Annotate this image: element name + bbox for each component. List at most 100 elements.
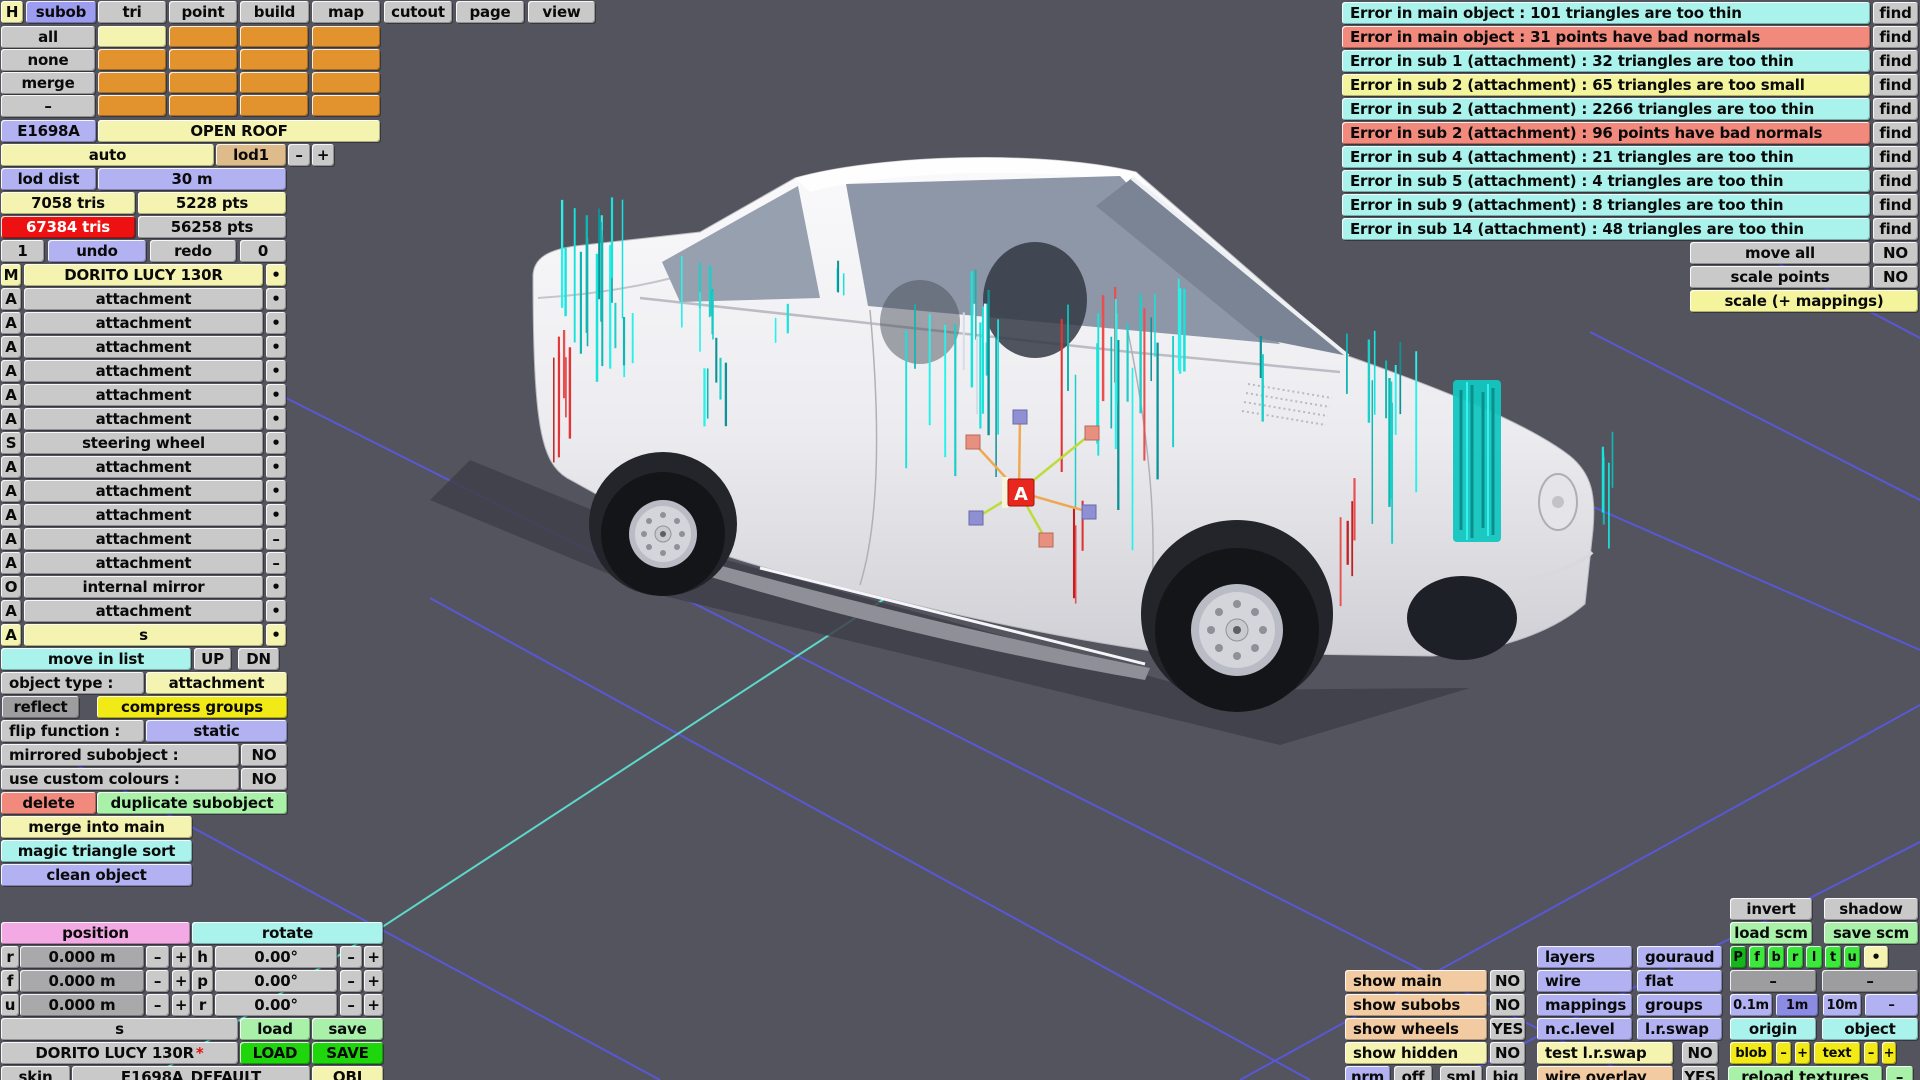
error-find-button[interactable]: find: [1873, 2, 1918, 24]
obj-export-button[interactable]: OBJ: [312, 1066, 383, 1080]
nrm-sml-button[interactable]: sml: [1440, 1066, 1482, 1080]
subobject-type-cell[interactable]: S: [1, 432, 21, 454]
matrix-cell[interactable]: [169, 26, 237, 47]
subobject-type-cell[interactable]: A: [1, 360, 21, 382]
text-minus-button[interactable]: –: [1864, 1042, 1878, 1064]
text-button[interactable]: text: [1814, 1042, 1860, 1064]
position-value[interactable]: 0.000 m: [20, 970, 144, 992]
subobject-name-cell[interactable]: DORITO LUCY 130R: [24, 264, 263, 286]
subobject-flag-cell[interactable]: •: [266, 408, 286, 430]
channel-P-button[interactable]: P: [1730, 946, 1746, 968]
subobject-name-cell[interactable]: attachment: [24, 456, 263, 478]
error-find-button[interactable]: find: [1873, 146, 1918, 168]
object-name-field[interactable]: DORITO LUCY 130R*: [1, 1042, 238, 1064]
save-preset-button[interactable]: save: [312, 1018, 383, 1040]
subobject-name-cell[interactable]: attachment: [24, 408, 263, 430]
subobject-flag-cell[interactable]: •: [266, 600, 286, 622]
move-up-button[interactable]: UP: [194, 648, 231, 670]
subobject-name-cell[interactable]: attachment: [24, 384, 263, 406]
show-wheels-toggle[interactable]: YES: [1490, 1018, 1525, 1040]
shadow-button[interactable]: shadow: [1824, 898, 1918, 920]
object-button[interactable]: object: [1822, 1018, 1918, 1040]
blob-plus-button[interactable]: +: [1795, 1042, 1810, 1064]
subobject-name-cell[interactable]: attachment: [24, 528, 263, 550]
nc-level-button[interactable]: n.c.level: [1537, 1018, 1632, 1040]
channel-u-button[interactable]: u: [1844, 946, 1860, 968]
subobject-name-cell[interactable]: attachment: [24, 600, 263, 622]
subobject-flag-cell[interactable]: •: [266, 336, 286, 358]
test-lr-swap-toggle[interactable]: NO: [1682, 1042, 1718, 1064]
matrix-cell[interactable]: [312, 26, 380, 47]
position-increment-button[interactable]: +: [172, 970, 190, 992]
subobject-type-cell[interactable]: A: [1, 336, 21, 358]
invert-button[interactable]: invert: [1730, 898, 1812, 920]
undo-button[interactable]: undo: [48, 240, 146, 262]
redo-button[interactable]: redo: [150, 240, 236, 262]
duplicate-subobject-button[interactable]: duplicate subobject: [97, 792, 287, 814]
error-item[interactable]: Error in sub 5 (attachment) : 4 triangle…: [1342, 170, 1870, 192]
select-merge-button[interactable]: merge: [1, 72, 95, 94]
error-item[interactable]: Error in main object : 31 points have ba…: [1342, 26, 1870, 48]
position-value[interactable]: 0.000 m: [20, 994, 144, 1016]
delete-button[interactable]: delete: [1, 792, 96, 814]
subobject-flag-cell[interactable]: •: [266, 264, 286, 286]
tab-page[interactable]: page: [456, 1, 524, 23]
skin-value[interactable]: E1698A_DEFAULT: [72, 1066, 310, 1080]
error-item[interactable]: Error in sub 2 (attachment) : 2266 trian…: [1342, 98, 1870, 120]
matrix-cell[interactable]: [98, 72, 166, 93]
move-down-button[interactable]: DN: [238, 648, 279, 670]
subobject-flag-cell[interactable]: •: [266, 456, 286, 478]
rotate-value[interactable]: 0.00°: [215, 970, 337, 992]
compress-groups-button[interactable]: compress groups: [97, 696, 287, 718]
lr-swap-button[interactable]: l.r.swap: [1637, 1018, 1722, 1040]
channel-dot-button[interactable]: •: [1864, 946, 1888, 968]
subobject-flag-cell[interactable]: •: [266, 288, 286, 310]
subobject-type-cell[interactable]: O: [1, 576, 21, 598]
show-hidden-toggle[interactable]: NO: [1490, 1042, 1525, 1064]
matrix-cell[interactable]: [169, 95, 237, 116]
error-find-button[interactable]: find: [1873, 74, 1918, 96]
subobject-name-cell[interactable]: internal mirror: [24, 576, 263, 598]
grid-size-10m-button[interactable]: 10m: [1823, 994, 1861, 1016]
object-type-value[interactable]: attachment: [146, 672, 287, 694]
position-increment-button[interactable]: +: [172, 994, 190, 1016]
grid-size-minus-button[interactable]: –: [1865, 994, 1918, 1016]
subobject-name-cell[interactable]: attachment: [24, 336, 263, 358]
matrix-cell[interactable]: [98, 95, 166, 116]
blob-button[interactable]: blob: [1730, 1042, 1772, 1064]
subobject-list[interactable]: MDORITO LUCY 130R•Aattachment•Aattachmen…: [0, 264, 288, 648]
error-item[interactable]: Error in sub 2 (attachment) : 96 points …: [1342, 122, 1870, 144]
mappings-button[interactable]: mappings: [1537, 994, 1632, 1016]
position-increment-button[interactable]: +: [172, 946, 190, 968]
scale-mappings-button[interactable]: scale (+ mappings): [1690, 290, 1918, 312]
use-custom-colours-toggle[interactable]: NO: [241, 768, 287, 790]
nrm-button[interactable]: nrm: [1345, 1066, 1390, 1080]
reload-textures-button[interactable]: reload textures: [1728, 1066, 1882, 1080]
grid-size-1m-button[interactable]: 1m: [1776, 994, 1818, 1016]
matrix-cell[interactable]: [240, 72, 308, 93]
error-find-button[interactable]: find: [1873, 26, 1918, 48]
subobject-type-cell[interactable]: A: [1, 504, 21, 526]
subobject-type-cell[interactable]: A: [1, 624, 21, 646]
subobject-name-cell[interactable]: attachment: [24, 360, 263, 382]
nrm-big-button[interactable]: big: [1486, 1066, 1525, 1080]
matrix-cell[interactable]: [169, 72, 237, 93]
magic-triangle-sort-button[interactable]: magic triangle sort: [1, 840, 192, 862]
rotate-increment-button[interactable]: +: [364, 970, 383, 992]
channel-l-button[interactable]: l: [1806, 946, 1822, 968]
tab-point[interactable]: point: [169, 1, 237, 23]
flip-function-value[interactable]: static: [146, 720, 287, 742]
wire-overlay-toggle[interactable]: YES: [1682, 1066, 1718, 1080]
rotate-decrement-button[interactable]: –: [340, 946, 362, 968]
error-find-button[interactable]: find: [1873, 170, 1918, 192]
nrm-off-button[interactable]: off: [1394, 1066, 1432, 1080]
tab-h[interactable]: H: [1, 1, 23, 23]
error-item[interactable]: Error in sub 9 (attachment) : 8 triangle…: [1342, 194, 1870, 216]
tab-subob[interactable]: subob: [26, 1, 96, 23]
origin-button[interactable]: origin: [1730, 1018, 1816, 1040]
blob-minus-button[interactable]: –: [1776, 1042, 1791, 1064]
subobject-type-cell[interactable]: A: [1, 552, 21, 574]
tab-tri[interactable]: tri: [98, 1, 166, 23]
error-find-button[interactable]: find: [1873, 218, 1918, 240]
tab-build[interactable]: build: [240, 1, 309, 23]
